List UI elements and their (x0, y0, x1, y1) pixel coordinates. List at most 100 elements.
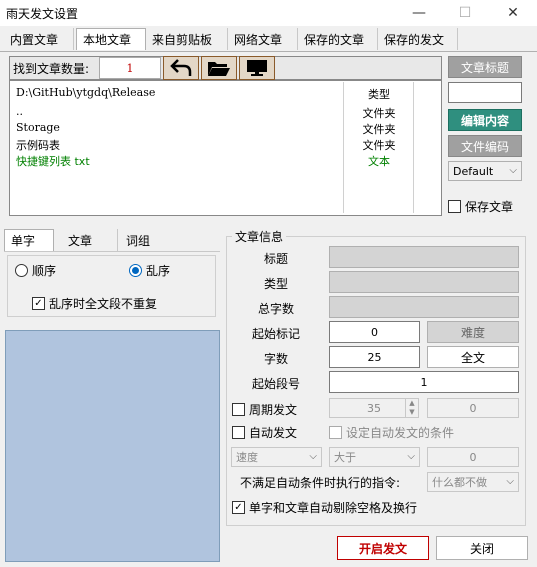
maximize-button[interactable]: ☐ (442, 0, 488, 26)
speed-value: 速度 (236, 451, 258, 464)
full-text-button[interactable]: 全文 (427, 346, 519, 368)
tab-phrase[interactable]: 词组 (120, 229, 176, 251)
checkbox[interactable]: ✓ (232, 501, 245, 514)
radio-dot (132, 267, 139, 274)
period-value-2: 0 (427, 398, 519, 418)
minimize-button[interactable]: — (396, 0, 442, 26)
sequential-label: 顺序 (32, 264, 57, 278)
unmet-command-value: 什么都不做 (432, 476, 487, 489)
tab-divider (0, 51, 537, 52)
comparison-select[interactable]: 大于 ⌵ (329, 447, 420, 467)
tab-web-articles[interactable]: 网络文章 (228, 28, 298, 50)
back-button[interactable] (163, 56, 199, 80)
back-arrow-icon (170, 59, 192, 76)
no-repeat-checkbox[interactable]: ✓ 乱序时全文段不重复 (32, 295, 157, 312)
total-chars-field (329, 296, 519, 318)
item-type: 文件夹 (362, 107, 396, 120)
desktop-button[interactable] (239, 56, 275, 80)
title-label: 标题 (263, 252, 288, 266)
period-value: 35 (367, 401, 381, 415)
found-count-label: 找到文章数量: (13, 62, 90, 76)
list-item[interactable]: 示例码表 文件夹 (16, 137, 426, 153)
type-label: 类型 (263, 277, 288, 291)
item-type: 文件夹 (362, 123, 396, 136)
encoding-select[interactable]: Default ⌵ (448, 161, 522, 181)
auto-condition-checkbox[interactable]: 设定自动发文的条件 (329, 424, 454, 441)
title-field (329, 246, 519, 268)
chevron-down-icon: ⌵ (407, 451, 415, 462)
difficulty-button[interactable]: 难度 (427, 321, 519, 343)
file-encoding-button[interactable]: 文件编码 (448, 135, 522, 157)
list-item[interactable]: Storage 文件夹 (16, 121, 426, 137)
stepper-arrows-icon[interactable]: ▲ ▼ (405, 399, 418, 417)
strip-whitespace-label: 单字和文章自动剔除空格及换行 (249, 501, 418, 515)
checkbox[interactable] (329, 426, 342, 439)
radio-button[interactable] (15, 264, 28, 277)
monitor-icon (247, 60, 267, 76)
open-folder-button[interactable] (201, 56, 237, 80)
auto-condition-label: 设定自动发文的条件 (346, 426, 455, 440)
item-type: 文件夹 (362, 139, 396, 152)
article-title-button[interactable]: 文章标题 (448, 56, 522, 78)
folder-open-icon (208, 62, 230, 76)
checkbox[interactable]: ✓ (32, 297, 45, 310)
list-item[interactable]: .. 文件夹 (16, 105, 426, 121)
speed-threshold-field: 0 (427, 447, 519, 467)
current-path: D:\GitHub\ytgdq\Release (16, 86, 156, 99)
checkbox[interactable] (448, 200, 461, 213)
window-title: 雨天发文设置 (6, 7, 79, 21)
preview-area (5, 330, 220, 562)
list-item[interactable]: 快捷键列表 txt 文本 (16, 153, 426, 169)
tab-local-articles[interactable]: 本地文章 (76, 28, 146, 50)
start-mark-label: 起始标记 (251, 327, 300, 341)
tab-article[interactable]: 文章 (62, 229, 118, 251)
article-title-input[interactable] (448, 82, 522, 103)
chevron-down-icon: ⌵ (309, 451, 317, 462)
article-info-title: 文章信息 (232, 228, 287, 245)
char-count-label: 字数 (263, 352, 288, 366)
minimize-icon: — (412, 5, 426, 21)
edit-content-button[interactable]: 编辑内容 (448, 109, 522, 131)
sequential-radio[interactable]: 顺序 (15, 262, 56, 279)
strip-whitespace-checkbox[interactable]: ✓ 单字和文章自动剔除空格及换行 (232, 499, 417, 516)
checkbox[interactable] (232, 403, 245, 416)
item-name: Storage (16, 121, 60, 134)
close-button[interactable]: 关闭 (436, 536, 528, 560)
auto-post-label: 自动发文 (249, 426, 298, 440)
char-count-input[interactable]: 25 (329, 346, 420, 368)
tab-single-char[interactable]: 单字 (4, 229, 54, 251)
item-name: 示例码表 (16, 139, 60, 152)
unmet-command-select[interactable]: 什么都不做 ⌵ (427, 472, 519, 492)
tab-saved-posts[interactable]: 保存的发文 (378, 28, 458, 50)
tab-clipboard[interactable]: 来自剪贴板 (146, 28, 228, 50)
periodic-post-label: 周期发文 (249, 403, 298, 417)
save-article-checkbox[interactable]: 保存文章 (448, 198, 513, 215)
item-type: 文本 (368, 155, 390, 168)
random-radio[interactable]: 乱序 (129, 262, 170, 279)
speed-select[interactable]: 速度 ⌵ (231, 447, 322, 467)
start-posting-button[interactable]: 开启发文 (337, 536, 429, 560)
close-window-button[interactable]: ✕ (490, 0, 536, 26)
periodic-post-checkbox[interactable]: 周期发文 (232, 401, 297, 418)
chevron-down-icon: ⌵ (509, 165, 517, 176)
period-value-2-text: 0 (469, 401, 477, 415)
auto-post-checkbox[interactable]: 自动发文 (232, 424, 297, 441)
comparison-value: 大于 (334, 451, 356, 464)
start-paragraph-input[interactable]: 1 (329, 371, 519, 393)
found-count-value: 1 (99, 57, 161, 79)
radio-button[interactable] (129, 264, 142, 277)
item-name: .. (16, 105, 23, 118)
speed-threshold-value: 0 (469, 450, 477, 464)
start-paragraph-label: 起始段号 (251, 377, 300, 391)
tab-builtin-articles[interactable]: 内置文章 (4, 28, 74, 50)
tab-saved-articles[interactable]: 保存的文章 (298, 28, 378, 50)
total-chars-label: 总字数 (257, 302, 294, 316)
close-icon: ✕ (507, 5, 519, 21)
save-article-label: 保存文章 (465, 200, 514, 214)
maximize-icon: ☐ (458, 5, 472, 21)
random-label: 乱序 (146, 264, 171, 278)
start-mark-input[interactable]: 0 (329, 321, 420, 343)
checkbox[interactable] (232, 426, 245, 439)
unmet-command-label: 不满足自动条件时执行的指令: (240, 476, 401, 490)
type-column-header: 类型 (368, 88, 390, 101)
